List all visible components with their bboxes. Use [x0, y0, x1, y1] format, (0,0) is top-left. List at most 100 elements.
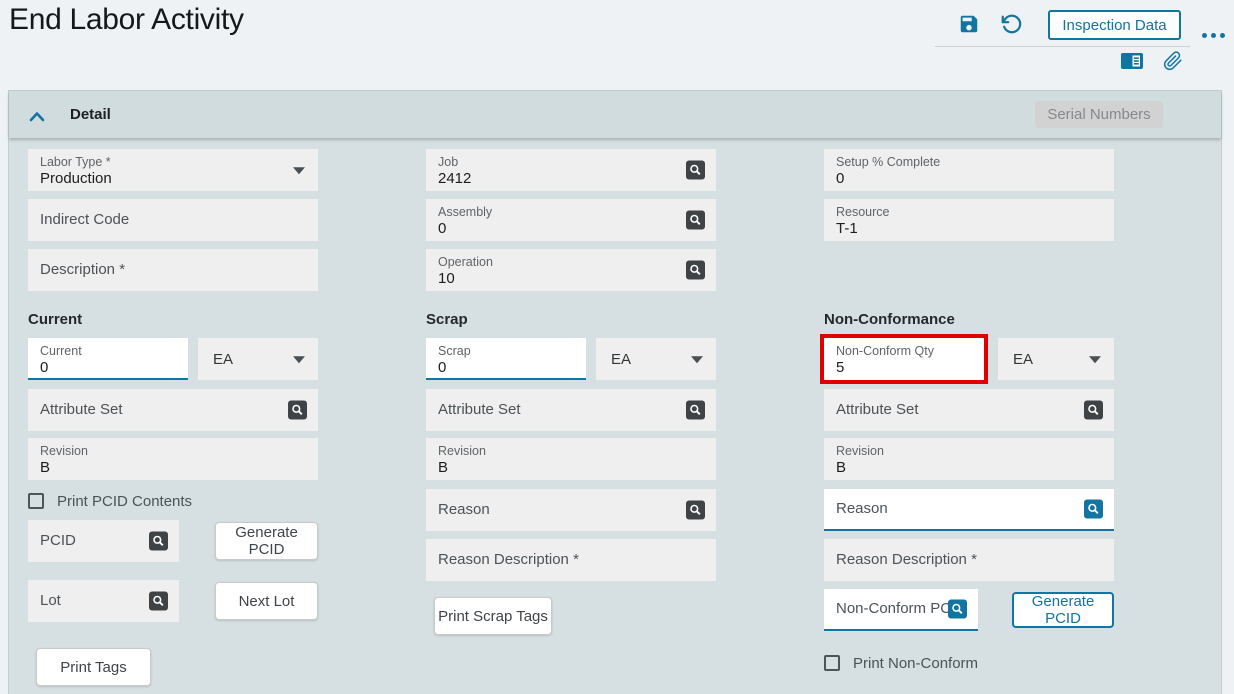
field-label: Non-Conform PCID: [836, 601, 966, 617]
setup-percent-complete-field[interactable]: Setup % Complete 0: [824, 149, 1114, 191]
field-label: Setup % Complete: [836, 154, 1102, 170]
field-label: Reason Description *: [438, 552, 579, 568]
field-label: Assembly: [438, 204, 704, 220]
search-icon[interactable]: [686, 161, 705, 180]
print-pcid-contents-checkbox[interactable]: [28, 493, 44, 509]
field-value: T-1: [836, 220, 1102, 237]
current-attribute-set-field[interactable]: Attribute Set: [28, 389, 318, 431]
field-label: Reason: [438, 502, 490, 518]
field-label: Resource: [836, 204, 1102, 220]
print-tags-button[interactable]: Print Tags: [36, 648, 151, 686]
generate-nonconform-pcid-button[interactable]: Generate PCID: [1012, 592, 1114, 628]
scrap-uom-select[interactable]: EA: [596, 338, 716, 380]
field-value: B: [40, 459, 306, 476]
search-icon[interactable]: [686, 261, 705, 280]
nonconform-revision-field[interactable]: Revision B: [824, 438, 1114, 480]
search-icon[interactable]: [149, 592, 168, 611]
field-label: Attribute Set: [836, 402, 919, 418]
inspection-data-button[interactable]: Inspection Data: [1048, 10, 1181, 40]
field-label: Description *: [40, 262, 125, 278]
field-label: Labor Type *: [40, 154, 306, 170]
serial-numbers-button[interactable]: Serial Numbers: [1035, 101, 1163, 128]
checkbox-label: Print Non-Conform: [853, 655, 978, 672]
scrap-reason-field[interactable]: Reason: [426, 489, 716, 531]
current-qty-input[interactable]: Current 0: [28, 338, 188, 380]
current-section-heading: Current: [28, 311, 318, 331]
search-icon[interactable]: [1084, 401, 1103, 420]
nonconform-qty-highlight: Non-Conform Qty 5: [820, 334, 988, 384]
print-nonconform-row: Print Non-Conform: [824, 653, 1114, 673]
search-icon[interactable]: [686, 401, 705, 420]
save-icon[interactable]: [958, 13, 980, 35]
detail-panel-header: Detail Serial Numbers: [9, 91, 1221, 138]
uom-value: EA: [611, 351, 631, 368]
current-revision-field[interactable]: Revision B: [28, 438, 318, 480]
search-icon[interactable]: [288, 401, 307, 420]
scrap-attribute-set-field[interactable]: Attribute Set: [426, 389, 716, 431]
search-icon[interactable]: [686, 211, 705, 230]
scrap-qty-input[interactable]: Scrap 0: [426, 338, 586, 380]
panel-title: Detail: [70, 106, 111, 123]
nonconform-pcid-field[interactable]: Non-Conform PCID: [824, 589, 978, 631]
field-value: 2412: [438, 170, 704, 187]
job-field[interactable]: Job 2412: [426, 149, 716, 191]
undo-icon[interactable]: [1000, 13, 1022, 35]
nonconformance-section-heading: Non-Conformance: [824, 311, 1114, 331]
field-value: Production: [40, 170, 306, 187]
checkbox-label: Print PCID Contents: [57, 493, 192, 510]
print-nonconform-checkbox[interactable]: [824, 655, 840, 671]
chevron-down-icon: [1089, 356, 1101, 363]
search-icon[interactable]: [149, 532, 168, 551]
description-field[interactable]: Description *: [28, 249, 318, 291]
nonconform-uom-select[interactable]: EA: [998, 338, 1114, 380]
nonconform-qty-input[interactable]: Non-Conform Qty 5: [824, 338, 984, 380]
search-icon[interactable]: [948, 600, 967, 619]
chevron-down-icon: [691, 356, 703, 363]
lot-field[interactable]: Lot: [28, 580, 179, 622]
uom-value: EA: [1013, 351, 1033, 368]
pcid-field[interactable]: PCID: [28, 520, 179, 562]
nonconform-reason-description-field[interactable]: Reason Description *: [824, 539, 1114, 581]
field-label: Attribute Set: [40, 402, 123, 418]
field-label: Reason: [836, 501, 888, 517]
print-pcid-contents-row: Print PCID Contents: [28, 491, 318, 511]
search-icon[interactable]: [686, 501, 705, 520]
print-scrap-tags-button[interactable]: Print Scrap Tags: [434, 597, 552, 635]
field-value: 0: [438, 220, 704, 237]
field-label: PCID: [40, 533, 76, 549]
nonconform-attribute-set-field[interactable]: Attribute Set: [824, 389, 1114, 431]
page-title: End Labor Activity: [9, 3, 244, 37]
field-label: Operation: [438, 254, 704, 270]
labor-type-select[interactable]: Labor Type * Production: [28, 149, 318, 191]
field-value: 0: [40, 359, 176, 376]
field-label: Attribute Set: [438, 402, 521, 418]
scrap-reason-description-field[interactable]: Reason Description *: [426, 539, 716, 581]
uom-value: EA: [213, 351, 233, 368]
chevron-down-icon: [293, 167, 305, 174]
collapse-chevron-icon[interactable]: [29, 109, 45, 120]
field-label: Indirect Code: [40, 212, 129, 228]
current-uom-select[interactable]: EA: [198, 338, 318, 380]
detail-panel: Detail Serial Numbers Labor Type * Produ…: [8, 90, 1222, 694]
more-options-icon[interactable]: [1202, 33, 1225, 38]
search-icon[interactable]: [1084, 500, 1103, 519]
scrap-section-heading: Scrap: [426, 311, 716, 331]
toolbar-divider: [935, 46, 1190, 47]
notes-icon[interactable]: [1120, 52, 1144, 70]
nonconform-reason-field[interactable]: Reason: [824, 489, 1114, 531]
scrap-revision-field[interactable]: Revision B: [426, 438, 716, 480]
next-lot-button[interactable]: Next Lot: [215, 582, 318, 620]
assembly-field[interactable]: Assembly 0: [426, 199, 716, 241]
indirect-code-field[interactable]: Indirect Code: [28, 199, 318, 241]
field-label: Non-Conform Qty: [836, 343, 972, 359]
field-label: Revision: [438, 443, 704, 459]
field-value: B: [836, 459, 1102, 476]
field-value: 0: [438, 359, 574, 376]
operation-field[interactable]: Operation 10: [426, 249, 716, 291]
generate-pcid-button[interactable]: Generate PCID: [215, 522, 318, 560]
attachment-icon[interactable]: [1163, 49, 1183, 73]
field-label: Scrap: [438, 343, 574, 359]
detail-panel-body: Labor Type * Production Indirect Code De…: [9, 138, 1221, 694]
field-label: Revision: [40, 443, 306, 459]
resource-field[interactable]: Resource T-1: [824, 199, 1114, 241]
